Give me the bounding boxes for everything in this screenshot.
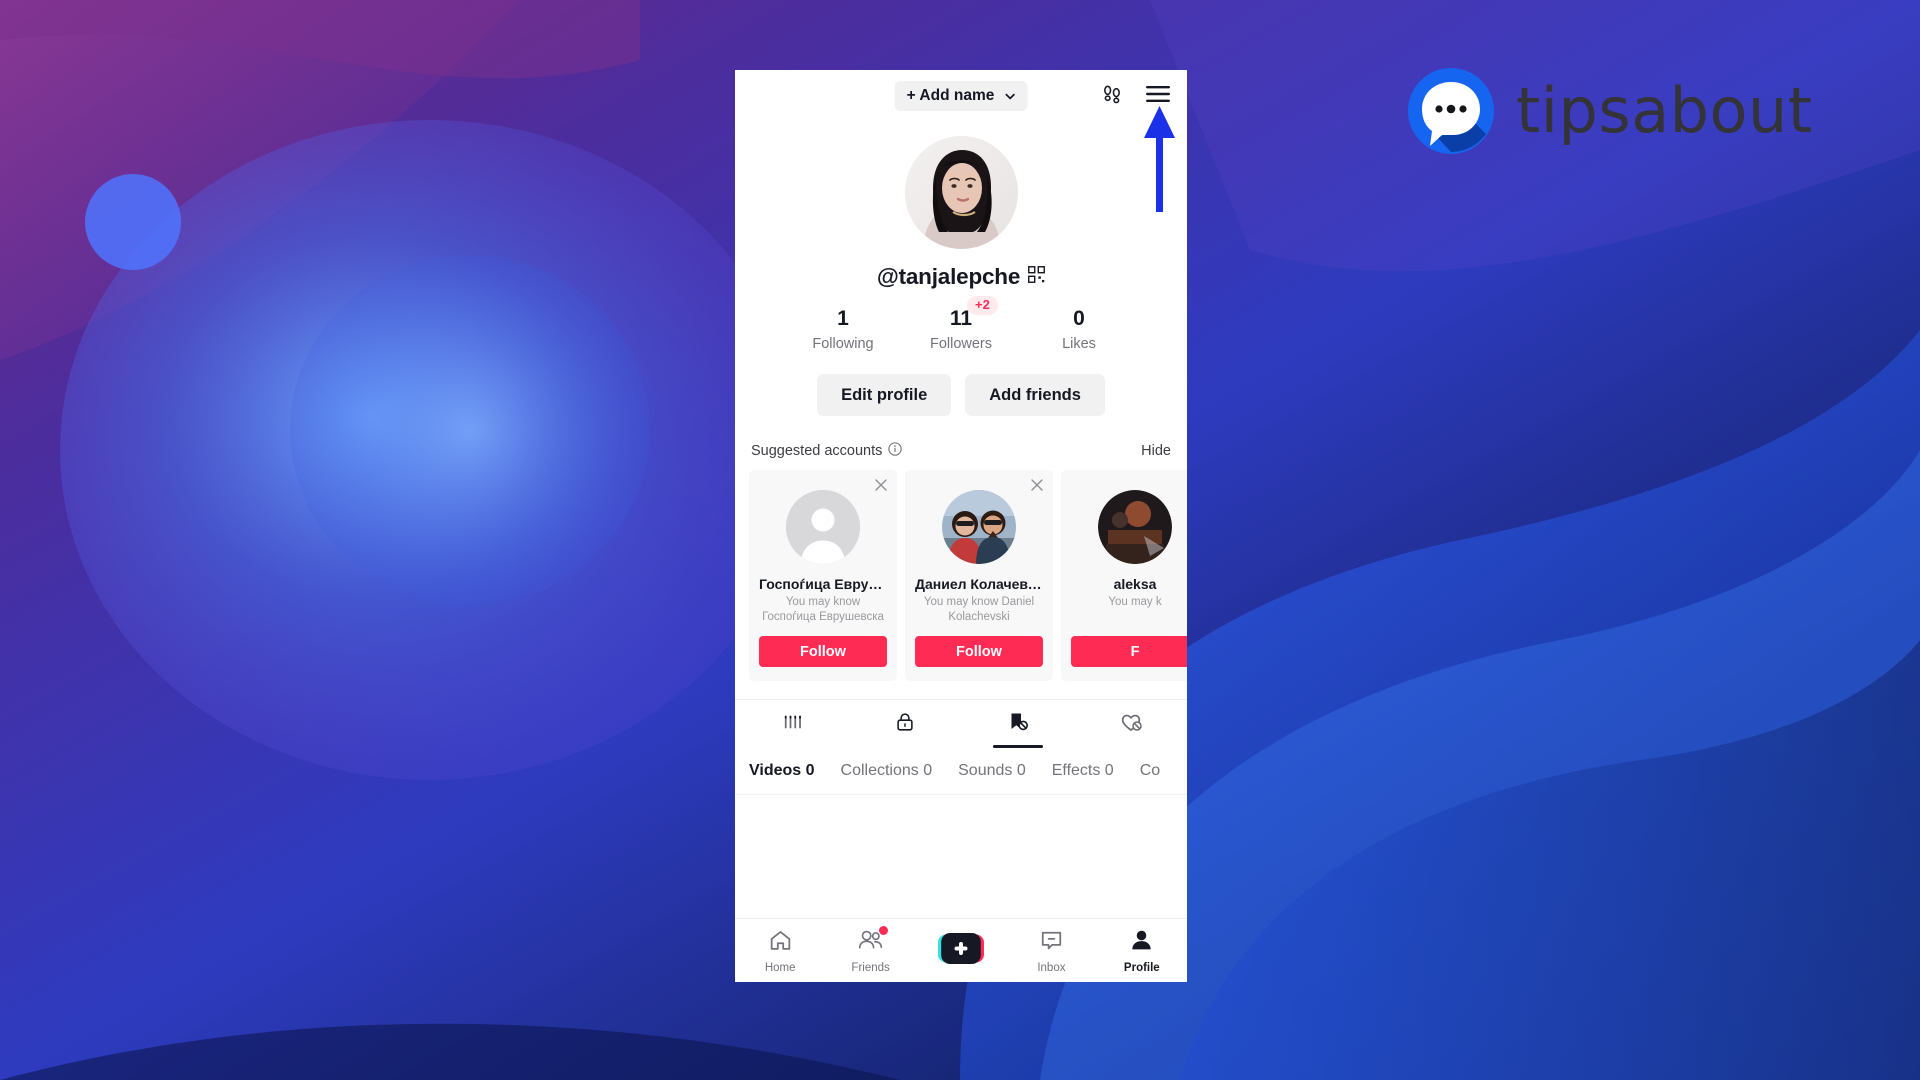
nav-home[interactable]: Home bbox=[735, 928, 825, 974]
stat-value: 0 bbox=[1073, 307, 1085, 330]
add-name-label: + Add name bbox=[906, 87, 995, 104]
tab-posts-grid[interactable] bbox=[735, 700, 848, 748]
suggested-account-subtitle: You may know Госпоѓица Еврушевска bbox=[762, 596, 884, 623]
suggested-account-subtitle: You may k bbox=[1108, 596, 1162, 609]
create-plus-icon bbox=[938, 933, 985, 964]
bottom-navigation-bar: Home Friends Inbox Profile bbox=[735, 918, 1187, 982]
handle-row: @tanjalepche bbox=[735, 264, 1187, 290]
tab-liked-hidden[interactable] bbox=[1074, 700, 1187, 748]
placeholder-person-icon bbox=[786, 490, 860, 565]
home-icon bbox=[768, 928, 793, 958]
suggested-avatar bbox=[786, 490, 860, 565]
suggested-account-card[interactable]: Госпоѓица Еврушев... You may know Госпоѓ… bbox=[749, 470, 897, 682]
nav-profile[interactable]: Profile bbox=[1097, 928, 1187, 974]
close-x-icon[interactable] bbox=[874, 478, 888, 492]
suggested-accounts-label: Suggested accounts bbox=[751, 443, 883, 460]
stat-likes[interactable]: 0 Likes bbox=[1020, 307, 1138, 353]
suggested-avatar bbox=[1098, 490, 1172, 565]
nav-label: Home bbox=[764, 961, 796, 974]
tab-favorites-hidden[interactable] bbox=[961, 700, 1074, 748]
close-x-icon[interactable] bbox=[1186, 478, 1187, 492]
nav-label: Profile bbox=[1123, 961, 1160, 974]
chevron-down-icon bbox=[1003, 90, 1016, 103]
stat-value: 11 bbox=[949, 307, 973, 330]
add-name-button[interactable]: + Add name bbox=[894, 81, 1028, 111]
stat-label: Following bbox=[812, 336, 874, 353]
subtab-effects[interactable]: Effects 0 bbox=[1052, 762, 1114, 780]
stat-label: Likes bbox=[1062, 336, 1096, 353]
followers-new-badge: +2 bbox=[967, 296, 998, 315]
suggested-avatar bbox=[942, 490, 1016, 565]
profile-tab-strip bbox=[735, 699, 1187, 748]
speech-bubble-dots-icon bbox=[1408, 68, 1494, 154]
app-top-bar: + Add name bbox=[735, 70, 1187, 122]
nav-label: Friends bbox=[851, 961, 890, 974]
suggested-account-card[interactable]: aleksa You may k F bbox=[1061, 470, 1187, 682]
dark-photo bbox=[1098, 490, 1172, 565]
stat-followers[interactable]: +2 11 Followers bbox=[902, 296, 1020, 353]
footprints-icon[interactable] bbox=[1101, 83, 1123, 110]
profile-header: @tanjalepche 1 Following +2 11 Followers bbox=[735, 122, 1187, 417]
heart-hidden-icon bbox=[1119, 710, 1143, 739]
subtab-videos[interactable]: Videos 0 bbox=[749, 762, 815, 780]
add-friends-button[interactable]: Add friends bbox=[965, 374, 1105, 417]
nav-create[interactable] bbox=[916, 933, 1006, 968]
page-title: @tanjalepche bbox=[876, 264, 1021, 289]
lock-icon bbox=[894, 711, 916, 738]
tiktok-app-screenshot: + Add name @tanjalepche 1 Following +2 1… bbox=[735, 70, 1187, 982]
content-subtabs[interactable]: Videos 0 Collections 0 Sounds 0 Effects … bbox=[735, 748, 1187, 796]
suggested-account-name: aleksa bbox=[1113, 576, 1157, 593]
inbox-icon bbox=[1039, 928, 1064, 958]
close-x-icon[interactable] bbox=[1030, 478, 1044, 492]
stat-following[interactable]: 1 Following bbox=[784, 307, 902, 353]
hide-suggestions-button[interactable]: Hide bbox=[1141, 443, 1171, 459]
profile-action-buttons: Edit profile Add friends bbox=[735, 374, 1187, 417]
friends-notification-badge bbox=[878, 925, 888, 935]
follow-button[interactable]: Follow bbox=[915, 636, 1043, 668]
follow-button[interactable]: Follow bbox=[759, 636, 887, 668]
brand-wordmark: tipsabout bbox=[1516, 74, 1813, 147]
qr-code-icon[interactable] bbox=[1028, 266, 1046, 288]
empty-content-area bbox=[735, 795, 1187, 914]
user-avatar-photo bbox=[904, 136, 1018, 249]
subtab-clipped[interactable]: Co bbox=[1140, 762, 1160, 780]
suggested-accounts-header: Suggested accounts Hide bbox=[735, 442, 1187, 460]
nav-friends[interactable]: Friends bbox=[825, 925, 915, 974]
info-circle-icon[interactable] bbox=[888, 442, 903, 460]
profile-person-icon bbox=[1129, 928, 1154, 958]
nav-label: Inbox bbox=[1037, 961, 1066, 974]
stat-value: 1 bbox=[837, 307, 849, 330]
suggested-accounts-carousel[interactable]: Госпоѓица Еврушев... You may know Госпоѓ… bbox=[735, 470, 1187, 682]
tipsabout-logo: tipsabout bbox=[1408, 68, 1813, 154]
suggested-account-name: Даниел Колачевски bbox=[915, 576, 1043, 593]
subtab-sounds[interactable]: Sounds 0 bbox=[958, 762, 1026, 780]
nav-inbox[interactable]: Inbox bbox=[1006, 928, 1096, 974]
couple-photo bbox=[942, 490, 1016, 565]
tab-private[interactable] bbox=[848, 700, 961, 748]
bookmark-hidden-icon bbox=[1006, 710, 1030, 739]
subtab-collections[interactable]: Collections 0 bbox=[841, 762, 933, 780]
grid-bars-icon bbox=[781, 711, 803, 738]
edit-profile-button[interactable]: Edit profile bbox=[817, 374, 952, 417]
suggested-account-subtitle: You may know Daniel Kolachevski bbox=[923, 596, 1035, 623]
up-arrow-annotation bbox=[1144, 106, 1175, 212]
avatar[interactable] bbox=[904, 136, 1018, 249]
suggested-account-card[interactable]: Даниел Колачевски You may know Daniel Ko… bbox=[905, 470, 1053, 682]
stat-label: Followers bbox=[929, 336, 993, 353]
suggested-accounts-title-group: Suggested accounts bbox=[751, 442, 903, 460]
suggested-account-name: Госпоѓица Еврушев... bbox=[759, 576, 887, 593]
profile-stats: 1 Following +2 11 Followers 0 Likes bbox=[735, 296, 1187, 353]
follow-button[interactable]: F bbox=[1071, 636, 1187, 668]
